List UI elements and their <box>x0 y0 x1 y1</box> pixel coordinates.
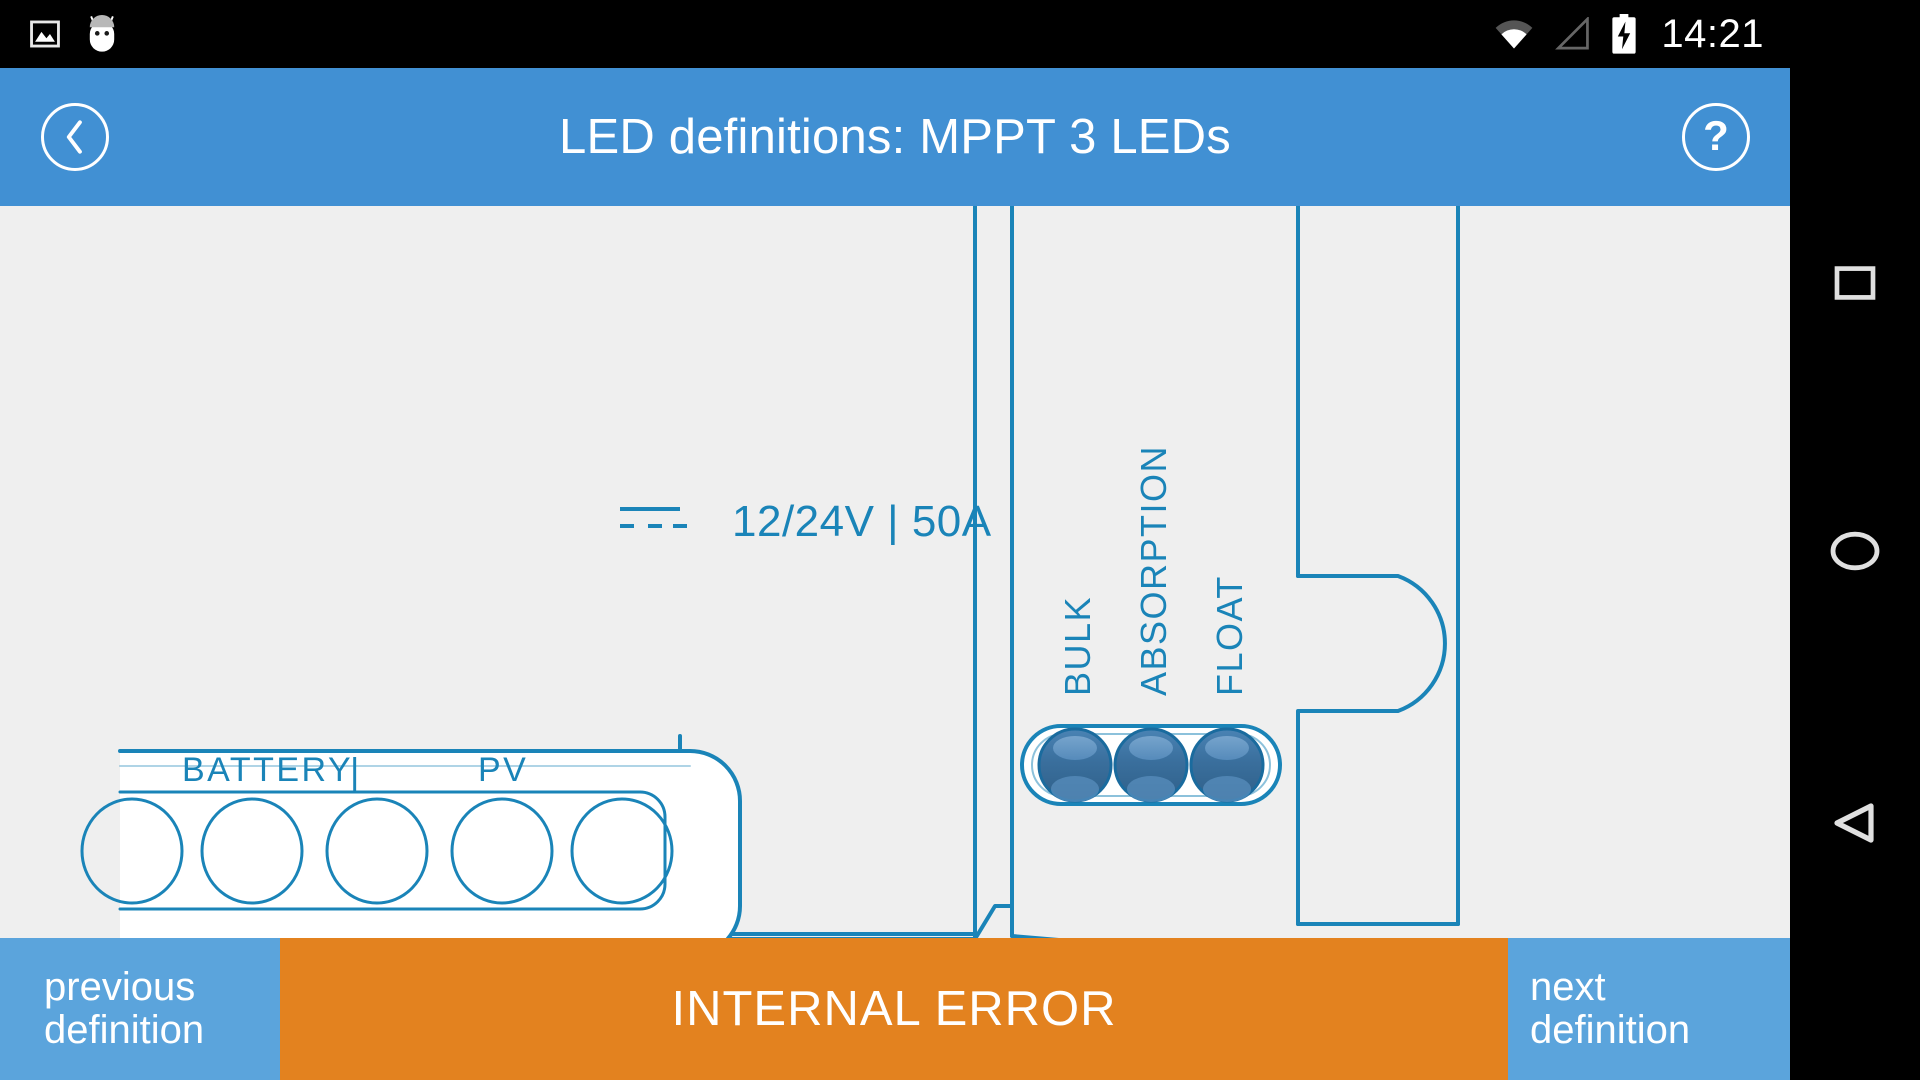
recents-button[interactable] <box>1833 265 1877 301</box>
android-mascot-icon <box>84 15 120 53</box>
next-definition-label-line2: definition <box>1530 1008 1691 1052</box>
led-label-bulk: BULK <box>1057 596 1098 696</box>
back-triangle-icon <box>1834 803 1874 843</box>
status-bar-left-icons <box>0 15 120 53</box>
mppt-device-illustration: 12/24V | 50A BATTERY | PV + – | – + BULK… <box>80 206 1460 938</box>
screenshot-image-icon <box>28 17 62 51</box>
help-button[interactable]: ? <box>1682 103 1750 171</box>
led-label-absorption: ABSORPTION <box>1133 445 1174 696</box>
bottom-action-bar: previous definition INTERNAL ERROR next … <box>0 938 1790 1080</box>
illustration-panel: 12/24V | 50A BATTERY | PV + – | – + BULK… <box>0 206 1790 938</box>
led-label-float: FLOAT <box>1209 575 1250 696</box>
device-body-outline <box>678 206 1460 938</box>
home-circle-icon <box>1830 531 1880 571</box>
device-screen: 14:21 LED definitions: MPPT 3 LEDs ? 12/… <box>0 0 1920 1080</box>
status-banner: INTERNAL ERROR <box>280 938 1508 1080</box>
next-definition-label-line1: next <box>1530 964 1606 1009</box>
led-float <box>1189 727 1265 803</box>
next-definition-button[interactable]: next definition <box>1508 938 1790 1080</box>
android-navigation-bar <box>1790 0 1920 1080</box>
device-rating-label: 12/24V | 50A <box>732 497 992 546</box>
led-indicators <box>1037 727 1265 803</box>
terminal-group-separator: | <box>350 750 359 791</box>
app-bar: LED definitions: MPPT 3 LEDs ? <box>0 68 1790 206</box>
status-bar: 14:21 <box>0 0 1790 68</box>
previous-definition-label-line1: previous <box>44 964 196 1009</box>
led-bulk <box>1037 727 1113 803</box>
recents-square-icon <box>1834 265 1876 300</box>
status-bar-clock: 14:21 <box>1661 12 1764 56</box>
led-absorption <box>1113 727 1189 803</box>
previous-definition-button[interactable]: previous definition <box>0 938 280 1080</box>
question-mark-icon: ? <box>1703 112 1729 159</box>
previous-definition-label-line2: definition <box>44 1008 205 1052</box>
page-title: LED definitions: MPPT 3 LEDs <box>559 110 1231 164</box>
back-button-nav[interactable] <box>1831 801 1879 845</box>
terminal-group-label-pv: PV <box>478 751 528 789</box>
status-bar-right-icons: 14:21 <box>1493 14 1790 54</box>
dc-power-symbol <box>620 507 687 528</box>
wifi-icon <box>1493 17 1535 51</box>
terminal-group-label-battery: BATTERY <box>182 751 353 789</box>
home-button[interactable] <box>1829 530 1881 572</box>
cellular-signal-icon <box>1553 17 1593 51</box>
battery-charging-icon <box>1611 14 1637 54</box>
